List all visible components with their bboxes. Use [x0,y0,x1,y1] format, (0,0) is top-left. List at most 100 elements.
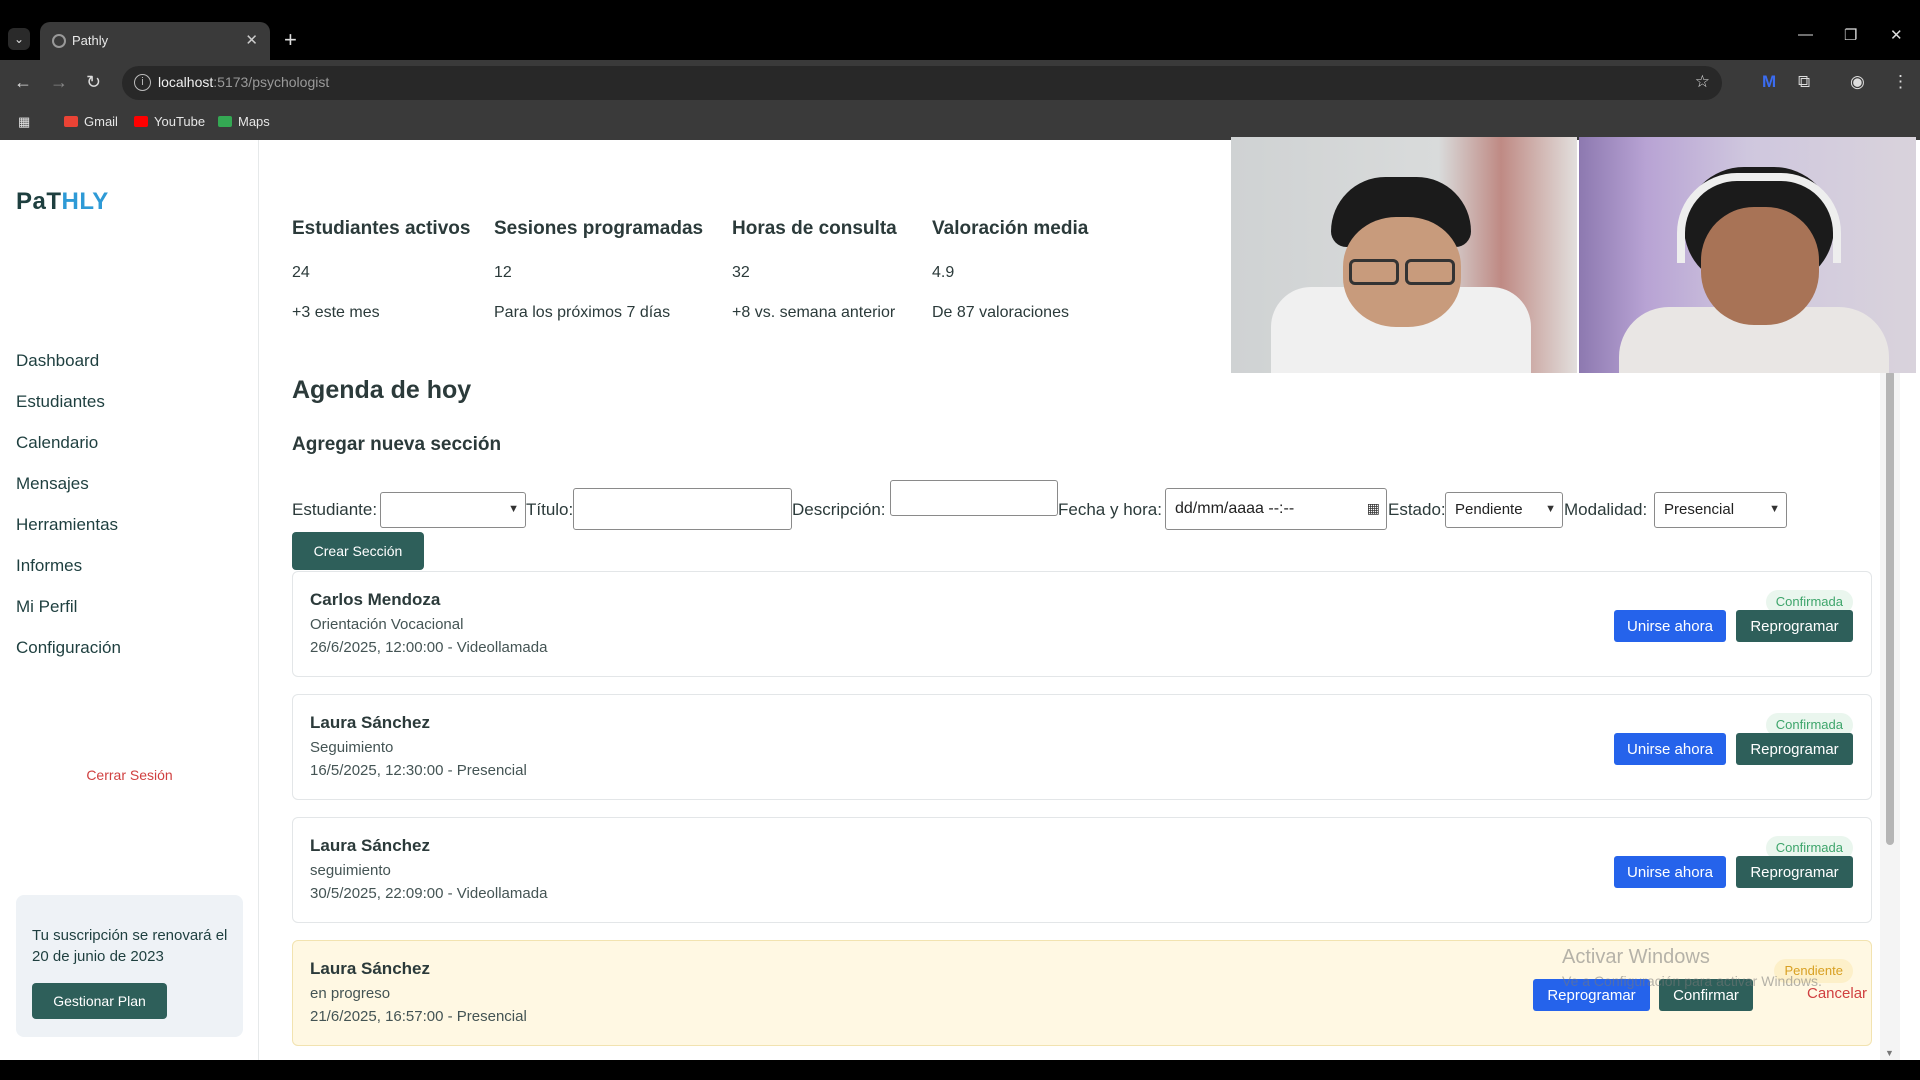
extensions-puzzle-icon[interactable]: ⧉ [1798,72,1810,92]
bookmark-star-icon[interactable]: ☆ [1695,72,1710,92]
sidebar: PaTHLY Dashboard Estudiantes Calendario … [0,140,259,1060]
datetime-input[interactable]: dd/mm/aaaa --:-- ▦ [1165,488,1387,530]
session-datetime: 26/6/2025, 12:00:00 - Videollamada [310,639,548,656]
mode-label: Modalidad: [1564,500,1648,519]
sidebar-item-calendario[interactable]: Calendario [16,433,98,453]
apps-grid-icon[interactable]: ▦ [18,114,30,130]
session-topic: en progreso [310,985,391,1002]
watermark-line-2: Ve a Configuración para activar Windows. [1562,973,1822,989]
reschedule-button[interactable]: Reprogramar [1736,856,1853,888]
title-input[interactable] [573,488,792,530]
bookmarks-bar: ▦ Gmail YouTube Maps [0,106,1920,140]
tab-title: Pathly [72,33,109,48]
agenda-title: Agenda de hoy [292,376,472,404]
session-student-name: Laura Sánchez [310,959,430,978]
sidebar-item-mensajes[interactable]: Mensajes [16,474,89,494]
join-now-button[interactable]: Unirse ahora [1614,610,1726,642]
session-topic: seguimiento [310,862,391,879]
forward-arrow-icon[interactable]: → [50,72,68,93]
reload-icon[interactable]: ↻ [86,72,101,93]
status-select[interactable]: Pendiente ▼ [1445,492,1563,528]
session-card: Carlos Mendoza Orientación Vocacional 26… [292,571,1872,677]
participant-face [1701,207,1819,325]
bookmark-youtube[interactable]: YouTube [134,114,205,129]
reschedule-button[interactable]: Reprogramar [1736,733,1853,765]
browser-tab-bar: ⌄ Pathly ✕ + — ❐ ✕ [0,0,1920,60]
tab-close-icon[interactable]: ✕ [245,31,258,49]
scrollbar-thumb[interactable] [1886,370,1894,845]
reschedule-button[interactable]: Reprogramar [1736,610,1853,642]
browser-toolbar: ← → ↻ i localhost:5173/psychologist ☆ M … [0,60,1920,106]
back-arrow-icon[interactable]: ← [14,72,32,93]
calendar-icon[interactable]: ▦ [1367,500,1380,517]
new-session-form: Estudiante: ▼ Título: Descripción: Fecha… [292,480,1812,530]
datetime-label: Fecha y hora: [1058,500,1162,519]
mode-select[interactable]: Presencial ▼ [1654,492,1787,528]
create-session-button[interactable]: Crear Sección [292,532,424,570]
bookmark-gmail[interactable]: Gmail [64,114,118,129]
stat-scheduled-sessions: Sesiones programadas 12 Para los próximo… [494,218,704,321]
youtube-icon [134,116,148,127]
description-label: Descripción: [792,500,886,519]
stat-label: Estudiantes activos [292,218,471,239]
chevron-down-icon: ▼ [1769,503,1780,515]
tab-favicon-icon [52,34,66,48]
session-datetime: 16/5/2025, 12:30:00 - Presencial [310,762,527,779]
site-info-icon[interactable]: i [134,74,151,91]
browser-menu-icon[interactable]: ⋮ [1892,72,1909,92]
title-label: Título: [526,500,574,519]
stat-average-rating: Valoración media 4.9 De 87 valoraciones [932,218,1089,321]
session-topic: Orientación Vocacional [310,616,464,633]
stat-label: Horas de consulta [732,218,897,239]
session-student-name: Carlos Mendoza [310,590,441,609]
stat-value: 12 [494,264,512,281]
stat-label: Sesiones programadas [494,218,704,239]
bookmark-maps[interactable]: Maps [218,114,270,129]
sidebar-item-herramientas[interactable]: Herramientas [16,515,118,535]
session-datetime: 30/5/2025, 22:09:00 - Videollamada [310,885,548,902]
browser-tab[interactable]: Pathly ✕ [40,22,270,60]
stat-active-students: Estudiantes activos 24 +3 este mes [292,218,471,321]
extension-m-icon[interactable]: M [1762,72,1776,92]
video-tile-participant-1[interactable] [1231,137,1577,373]
address-bar[interactable]: i localhost:5173/psychologist ☆ [122,66,1722,100]
sidebar-item-mi-perfil[interactable]: Mi Perfil [16,597,77,617]
session-topic: Seguimiento [310,739,394,756]
manage-plan-button[interactable]: Gestionar Plan [32,983,167,1019]
stat-sub: +8 vs. semana anterior [732,304,896,321]
app-logo[interactable]: PaTHLY [16,188,109,216]
minimize-icon[interactable]: — [1798,26,1813,43]
watermark-line-1: Activar Windows [1562,946,1710,968]
glasses-icon [1349,259,1399,285]
add-session-title: Agregar nueva sección [292,434,502,455]
logout-link[interactable]: Cerrar Sesión [0,767,259,783]
session-datetime: 21/6/2025, 16:57:00 - Presencial [310,1008,527,1025]
stat-label: Valoración media [932,218,1089,239]
restore-icon[interactable]: ❐ [1844,26,1857,44]
student-select[interactable]: ▼ [380,492,526,528]
tab-search-chevron-icon[interactable]: ⌄ [8,28,30,50]
join-now-button[interactable]: Unirse ahora [1614,733,1726,765]
stat-value: 24 [292,264,310,281]
status-label: Estado: [1388,500,1446,519]
description-textarea[interactable] [890,480,1058,516]
maps-icon [218,116,232,127]
profile-icon[interactable]: ◉ [1850,72,1865,92]
subscription-box: Tu suscripción se renovará el 20 de juni… [16,895,243,1037]
stat-value: 32 [732,264,750,281]
sidebar-item-configuracion[interactable]: Configuración [16,638,121,658]
scroll-down-icon[interactable]: ▼ [1885,1048,1894,1058]
screen-bottom-edge [0,1060,1920,1080]
gmail-icon [64,116,78,127]
chevron-down-icon: ▼ [1545,503,1556,515]
sidebar-item-informes[interactable]: Informes [16,556,82,576]
session-student-name: Laura Sánchez [310,836,430,855]
join-now-button[interactable]: Unirse ahora [1614,856,1726,888]
stat-value: 4.9 [932,264,955,281]
url-text: localhost:5173/psychologist [158,74,330,90]
new-tab-plus-icon[interactable]: + [284,27,297,53]
video-tile-participant-2[interactable] [1579,137,1916,373]
window-close-icon[interactable]: ✕ [1890,26,1903,44]
sidebar-item-estudiantes[interactable]: Estudiantes [16,392,105,412]
sidebar-item-dashboard[interactable]: Dashboard [16,351,99,371]
